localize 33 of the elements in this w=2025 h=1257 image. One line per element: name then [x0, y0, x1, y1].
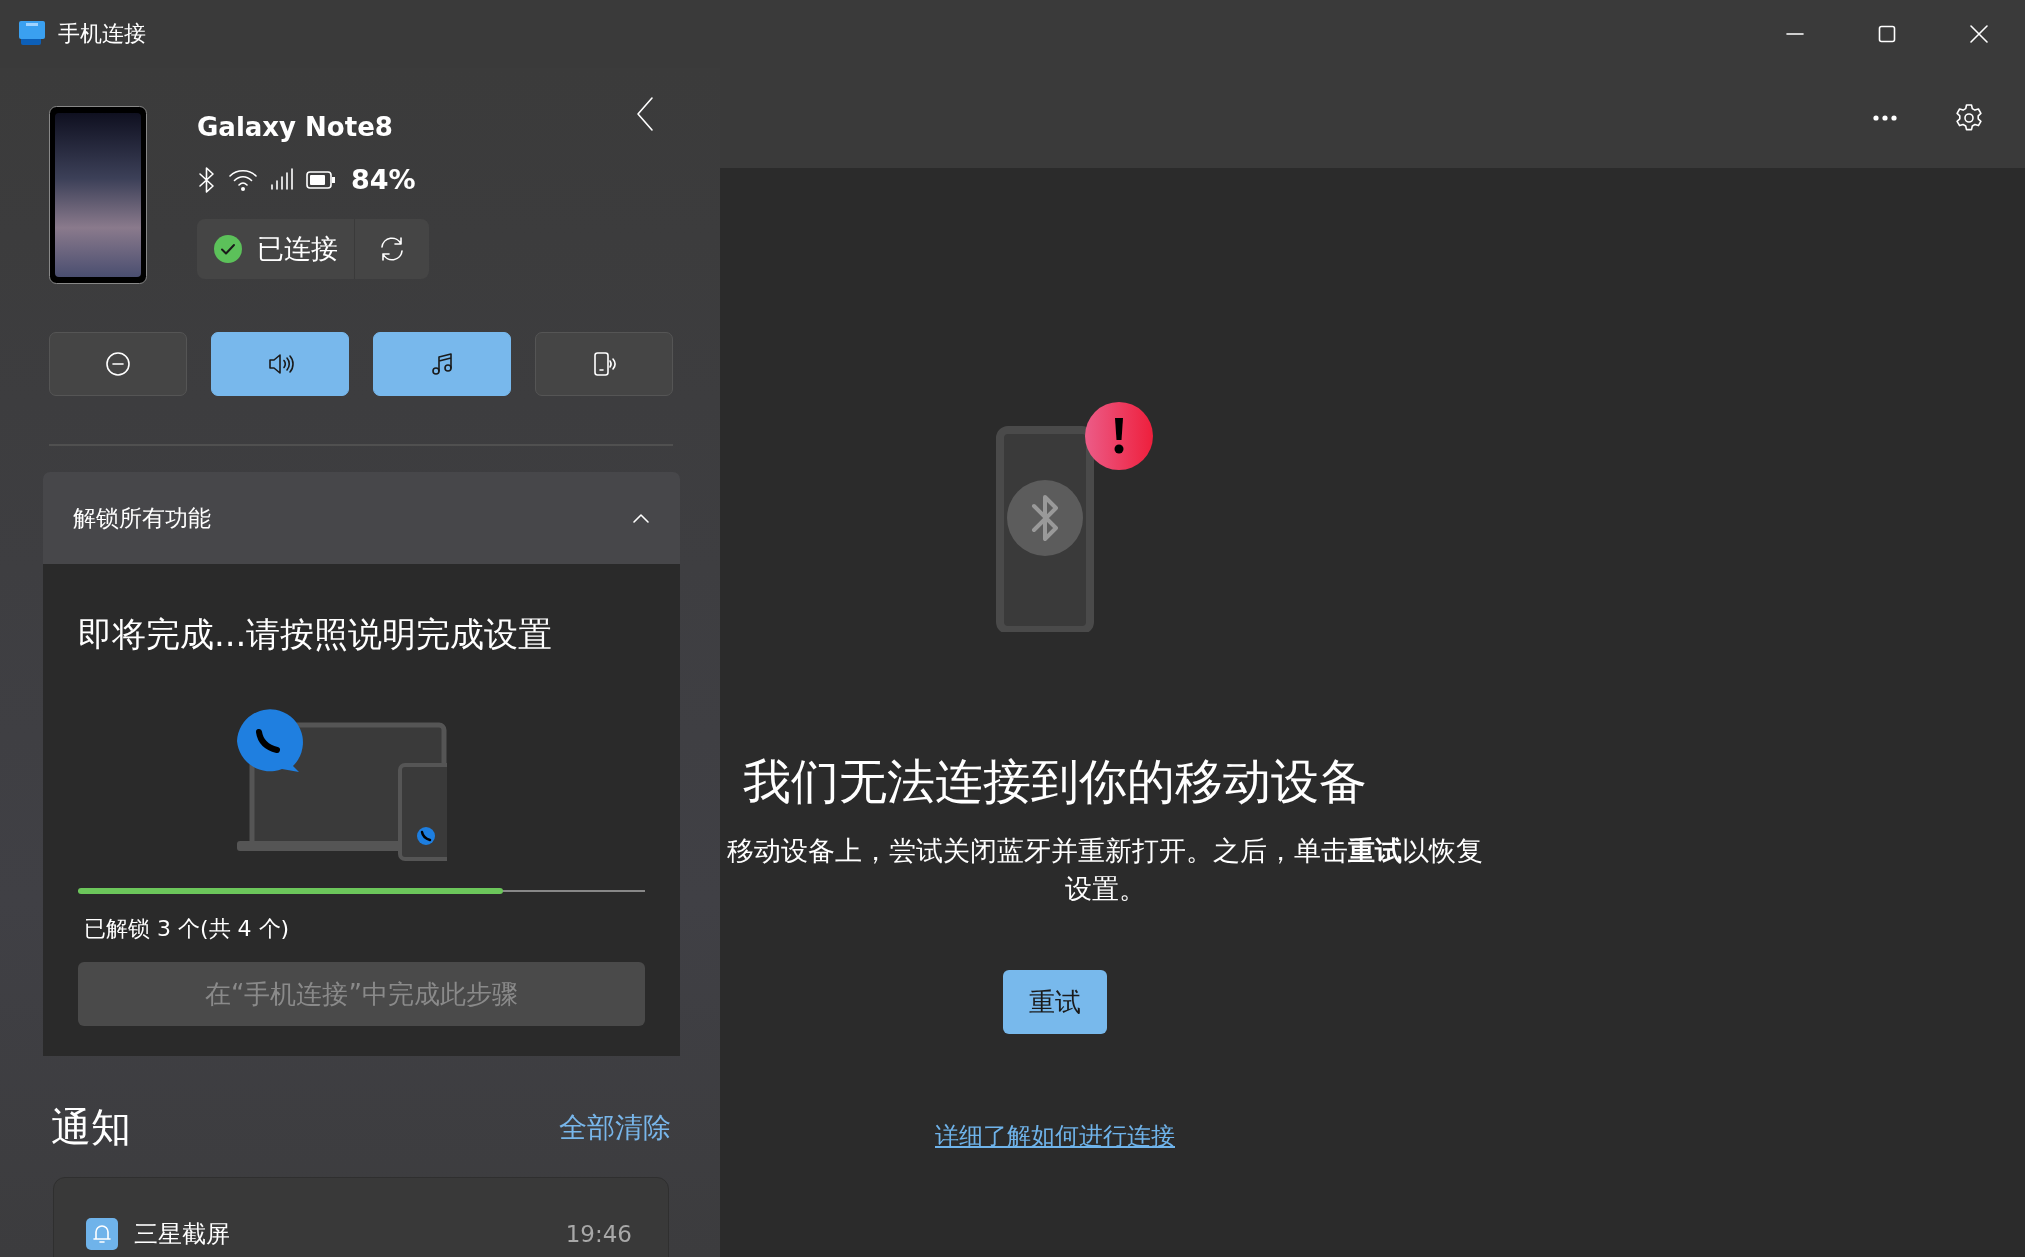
- device-name: Galaxy Note8: [197, 112, 394, 142]
- check-icon: [213, 234, 243, 264]
- close-icon: [1969, 24, 1989, 44]
- more-icon: [1872, 114, 1898, 122]
- error-title: 我们无法连接到你的移动设备: [743, 752, 1367, 811]
- connection-status: 已连接: [257, 232, 338, 266]
- do-not-disturb-icon: [103, 349, 133, 379]
- chevron-up-icon: [632, 512, 650, 524]
- maximize-icon: [1877, 24, 1897, 44]
- notification-card[interactable]: 三星截屏 19:46: [53, 1177, 669, 1257]
- notifications-heading: 通知: [51, 1103, 131, 1152]
- signal-icon: [269, 166, 295, 193]
- bell-icon: [86, 1218, 118, 1250]
- back-icon: [635, 96, 655, 132]
- battery-percentage: 84%: [351, 164, 416, 195]
- unlock-card-title: 解锁所有功能: [73, 503, 211, 533]
- minimize-icon: [1786, 33, 1804, 35]
- window-title: 手机连接: [58, 20, 146, 48]
- setup-heading: 即将完成...请按照说明完成设置: [78, 613, 554, 656]
- bluetooth-icon: [197, 164, 217, 195]
- progress-text: 已解锁 3 个(共 4 个): [83, 915, 291, 943]
- quick-action-button[interactable]: [211, 332, 349, 396]
- battery-icon: [305, 168, 337, 191]
- notification-time: 19:46: [565, 1221, 632, 1247]
- retry-button[interactable]: 重试: [1003, 970, 1107, 1034]
- quick-action-button[interactable]: [373, 332, 511, 396]
- help-link[interactable]: 详细了解如何进行连接: [935, 1120, 1175, 1152]
- notification-app-name: 三星截屏: [134, 1219, 230, 1250]
- error-message: 移动设备上，尝试关闭蓝牙并重新打开。之后，单击重试以恢复设置。: [726, 834, 1484, 906]
- unlock-card-header[interactable]: 解锁所有功能: [43, 472, 680, 564]
- quick-action-button[interactable]: [49, 332, 187, 396]
- quick-action-button[interactable]: [535, 332, 673, 396]
- clear-all-link[interactable]: 全部清除: [559, 1108, 671, 1147]
